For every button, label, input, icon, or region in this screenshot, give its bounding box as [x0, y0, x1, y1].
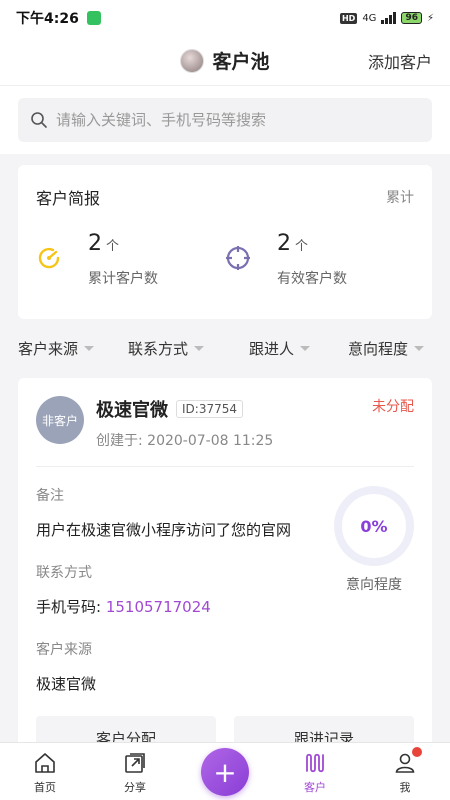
intent-label: 意向程度	[346, 577, 402, 593]
source-label: 客户来源	[36, 642, 92, 658]
tab-home[interactable]: 首页	[0, 743, 90, 800]
caret-down-icon	[84, 345, 95, 351]
summary-card: 客户简报 累计 2个 累计客户数 2个 有效客户数	[18, 165, 432, 319]
signal-icon	[381, 12, 397, 24]
stat-total-customers[interactable]: 2个 累计客户数	[36, 231, 225, 288]
filter-follower[interactable]: 跟进人	[249, 338, 311, 359]
tab-label: 首页	[34, 781, 56, 794]
tab-label: 分享	[124, 781, 146, 794]
phone-link[interactable]: 15105717024	[106, 598, 211, 616]
status-indicators: HD 4G 96 ⚡	[339, 12, 434, 24]
customer-info: 极速官微 ID:37754 创建于: 2020-07-08 11:25	[96, 396, 273, 450]
status-time: 下午4:26	[16, 11, 79, 27]
cumulative-link[interactable]: 累计	[386, 187, 414, 207]
caret-down-icon	[414, 345, 425, 351]
caret-down-icon	[300, 345, 311, 351]
filter-contact[interactable]: 联系方式	[128, 338, 205, 359]
stat-value: 2	[277, 231, 291, 256]
search-icon	[31, 112, 47, 128]
share-icon	[125, 753, 145, 773]
filter-label: 客户来源	[18, 339, 79, 358]
avatar	[180, 48, 205, 73]
stat-unit: 个	[295, 239, 309, 254]
network-type: 4G	[362, 12, 377, 24]
summary-title: 客户简报	[36, 189, 101, 208]
stat-text: 2个 累计客户数	[88, 231, 158, 288]
customer-header: 非客户 极速官微 ID:37754 创建于: 2020-07-08 11:25 …	[36, 396, 414, 450]
search-box[interactable]	[18, 98, 432, 142]
progress-ring: 0%	[334, 486, 414, 566]
source-field: 客户来源 极速官微	[36, 639, 414, 694]
filter-bar: 客户来源 联系方式 跟进人 意向程度	[0, 330, 450, 366]
stat-label: 累计客户数	[88, 271, 158, 287]
customers-icon	[306, 753, 324, 773]
search-input[interactable]	[56, 111, 420, 129]
stat-valid-customers[interactable]: 2个 有效客户数	[225, 231, 414, 288]
customer-card[interactable]: 非客户 极速官微 ID:37754 创建于: 2020-07-08 11:25 …	[18, 378, 432, 758]
target-icon	[226, 246, 250, 270]
plus-icon: +	[213, 755, 237, 789]
gauge-icon	[38, 247, 60, 269]
nav-title-group: 客户池	[180, 47, 270, 74]
tab-label: 我	[399, 781, 411, 794]
add-button[interactable]: +	[201, 748, 249, 796]
tab-label: 客户	[304, 781, 326, 794]
created-time: 创建于: 2020-07-08 11:25	[96, 433, 274, 449]
customer-id-badge: ID:37754	[176, 400, 243, 418]
stat-text: 2个 有效客户数	[277, 231, 347, 288]
hd-icon: HD	[339, 12, 358, 24]
summary-stats: 2个 累计客户数 2个 有效客户数	[36, 231, 414, 288]
home-icon	[35, 753, 55, 773]
search-area	[0, 86, 450, 154]
filter-label: 联系方式	[128, 339, 189, 358]
app-notification-icon	[86, 11, 101, 25]
customer-avatar: 非客户	[36, 396, 84, 444]
customer-name: 极速官微	[96, 400, 168, 421]
battery-icon: 96	[401, 12, 422, 24]
tab-me[interactable]: 我	[360, 743, 450, 800]
add-customer-button[interactable]: 添加客户	[368, 49, 432, 73]
phone-prefix: 手机号码:	[36, 598, 106, 616]
filter-label: 意向程度	[348, 339, 409, 358]
stat-label: 有效客户数	[277, 271, 347, 287]
status-badge: 未分配	[372, 399, 414, 415]
filter-intent[interactable]: 意向程度	[348, 338, 425, 359]
filter-label: 跟进人	[249, 339, 295, 358]
tab-share[interactable]: 分享	[90, 743, 180, 800]
filter-source[interactable]: 客户来源	[18, 338, 95, 359]
source-value: 极速官微	[36, 675, 97, 693]
nav-bar: 客户池 添加客户	[0, 36, 450, 86]
tab-customers[interactable]: 客户	[270, 743, 360, 800]
stat-value: 2	[88, 231, 102, 256]
divider	[36, 466, 414, 467]
summary-header: 客户简报 累计	[36, 185, 414, 209]
intent-progress: 0% 意向程度	[334, 486, 414, 594]
notification-dot	[412, 747, 422, 757]
stat-unit: 个	[106, 239, 120, 254]
page-title: 客户池	[212, 51, 270, 73]
status-bar: 下午4:26 HD 4G 96 ⚡	[0, 0, 450, 36]
caret-down-icon	[194, 345, 205, 351]
charging-icon: ⚡	[426, 12, 434, 24]
